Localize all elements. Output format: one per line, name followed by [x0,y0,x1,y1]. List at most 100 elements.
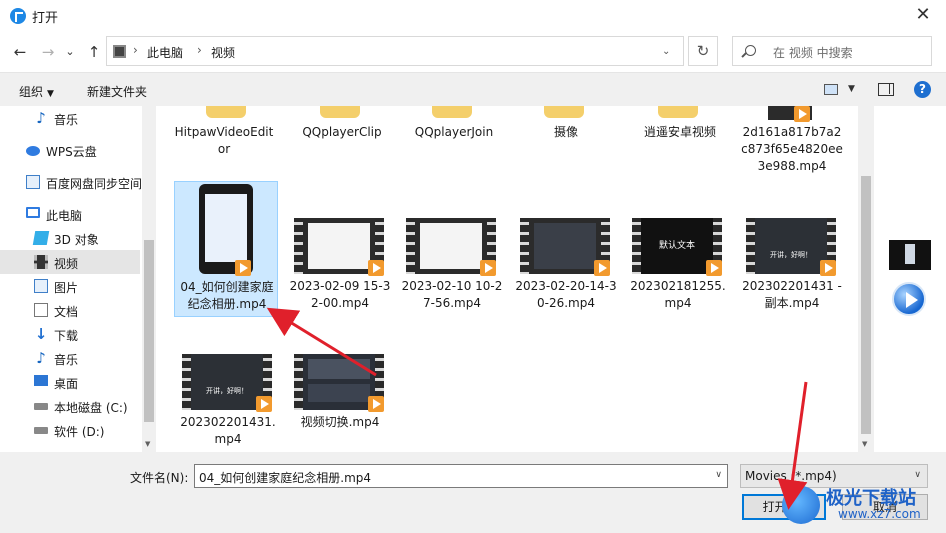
play-icon [256,396,272,412]
sidebar-item-label: 下载 [54,329,79,343]
preview-thumbnail [889,240,931,270]
sidebar-item-desktop[interactable]: 桌面 [0,370,140,394]
sidebar-item-label: 桌面 [54,377,79,391]
thumbnail-caption: 开讲，好啊！ [206,387,248,395]
window-title: 打开 [32,11,59,26]
navigation-scrollbar[interactable]: ▼ [142,106,156,452]
refresh-button[interactable]: ↻ [688,36,718,66]
file-item-label: HitpawVideoEditor [174,125,274,156]
search-icon [745,45,756,56]
file-item-video-selected[interactable]: 04_如何创建家庭纪念相册.mp4 [174,181,278,317]
breadcrumb-this-pc[interactable]: 此电脑 [147,44,183,61]
breadcrumb-separator-icon: › [197,43,202,57]
chevron-down-icon: ∨ [914,470,921,480]
filename-input[interactable]: 04_如何创建家庭纪念相册.mp4 ∨ [194,464,728,488]
file-item-video[interactable]: 2023-02-09 15-32-00.mp4 [288,218,392,314]
breadcrumb-videos[interactable]: 视频 [211,44,235,61]
file-item-video[interactable]: 视频切换.mp4 [288,354,392,450]
recent-locations-dropdown[interactable]: ⌄ [60,42,80,62]
thumbnail-caption: 开讲，好啊！ [770,251,812,259]
scroll-down-icon[interactable]: ▼ [145,440,150,448]
address-bar[interactable]: › 此电脑 › 视频 [106,36,684,66]
file-item-video[interactable]: 2d161a817b7a2c873f65e4820ee3e988.mp4 [740,106,844,180]
file-item-video[interactable]: 2023-02-10 10-27-56.mp4 [400,218,504,314]
folder-icon [658,106,698,118]
file-item-label: 视频切换.mp4 [300,415,380,429]
watermark: 极光下载站 www.xz7.com [782,482,942,528]
sidebar-item-drive-d[interactable]: 软件 (D:) [0,418,140,442]
folder-icon [544,106,584,118]
sidebar-item-drive-c[interactable]: 本地磁盘 (C:) [0,394,140,418]
sidebar-item-wps-cloud[interactable]: WPS云盘 [0,138,140,162]
file-item-label: 04_如何创建家庭纪念相册.mp4 [180,280,274,311]
pictures-icon [34,279,48,293]
forward-button[interactable]: → [38,42,58,62]
drive-icon [34,427,48,434]
sidebar-item-label: 音乐 [54,113,79,127]
app-icon [10,8,26,24]
help-icon[interactable]: ? [914,81,931,98]
sidebar-item-pictures[interactable]: 图片 [0,274,140,298]
file-item-video[interactable]: 2023-02-20-14-30-26.mp4 [514,218,618,314]
play-icon [368,396,384,412]
sidebar-item-label: 图片 [54,281,79,295]
sidebar-item-music-quick[interactable]: ♪ 音乐 [0,106,140,130]
scrollbar-thumb[interactable] [144,240,154,422]
folder-icon [320,106,360,118]
phone-screen [205,194,247,262]
file-item-folder[interactable]: HitpawVideoEditor [172,106,276,164]
preview-pane-icon[interactable] [878,83,894,96]
preview-play-icon[interactable] [892,282,926,316]
3d-objects-icon [32,231,50,245]
file-item-video[interactable]: 开讲，好啊！ 202302201431.mp4 [176,354,280,450]
file-item-label: 2023-02-10 10-27-56.mp4 [401,279,503,310]
desktop-icon [34,375,48,386]
search-box[interactable]: 在 视频 中搜索 [732,36,932,66]
search-placeholder: 在 视频 中搜索 [773,46,853,60]
back-button[interactable]: ← [10,42,30,62]
sidebar-item-3d-objects[interactable]: 3D 对象 [0,226,140,250]
sidebar-item-downloads[interactable]: ↓ 下载 [0,322,140,346]
sidebar-item-documents[interactable]: 文档 [0,298,140,322]
file-item-video[interactable]: 默认文本 202302181255.mp4 [626,218,730,314]
organize-menu[interactable]: 组织 ▼ [19,83,54,100]
close-button[interactable]: ✕ [900,0,946,32]
file-item-folder[interactable]: 摄像 [514,106,618,146]
view-mode-icon[interactable] [824,84,838,95]
file-item-label: 2d161a817b7a2c873f65e4820ee3e988.mp4 [741,125,843,173]
sidebar-item-label: 视频 [54,257,79,271]
drive-icon [34,403,48,410]
play-icon [480,260,496,276]
file-item-folder[interactable]: QQplayerJoin [402,106,506,146]
file-item-label: QQplayerJoin [414,125,494,139]
navigation-pane: ♪ 音乐 WPS云盘 百度网盘同步空间 此电脑 3D 对象 视频 图片 文档 ↓… [0,106,156,452]
file-item-video[interactable]: 开讲，好啊！ 202302201431 - 副本.mp4 [740,218,844,314]
sidebar-item-label: WPS云盘 [46,145,97,159]
file-item-label: 2023-02-20-14-30-26.mp4 [515,279,617,310]
folder-icon [432,106,472,118]
scroll-down-icon[interactable]: ▼ [862,440,867,448]
sidebar-item-this-pc[interactable]: 此电脑 [0,202,140,226]
sidebar-item-label: 百度网盘同步空间 [46,177,143,191]
sidebar-item-music[interactable]: ♪ 音乐 [0,346,140,370]
sidebar-item-baidu-sync[interactable]: 百度网盘同步空间 [0,170,143,194]
file-list-scrollbar[interactable]: ▼ [858,106,874,452]
organize-label: 组织 [19,85,44,99]
new-folder-button[interactable]: 新建文件夹 [87,83,147,100]
music-icon: ♪ [36,349,46,367]
file-item-folder[interactable]: 逍遥安卓视频 [628,106,732,146]
up-button[interactable]: ↑ [84,42,104,62]
scrollbar-thumb[interactable] [861,176,871,434]
address-history-dropdown[interactable]: ⌄ [662,46,670,57]
play-icon [706,260,722,276]
sidebar-item-label: 音乐 [54,353,79,367]
view-mode-dropdown[interactable]: ▼ [848,84,855,94]
chevron-down-icon[interactable]: ∨ [715,470,722,480]
file-item-folder[interactable]: QQplayerClip [290,106,394,146]
file-item-label: 摄像 [553,125,578,139]
sidebar-item-videos[interactable]: 视频 [0,250,140,274]
sidebar-item-label: 软件 (D:) [54,425,105,439]
video-folder-icon [113,45,126,58]
file-item-label: QQplayerClip [302,125,382,139]
play-icon [594,260,610,276]
